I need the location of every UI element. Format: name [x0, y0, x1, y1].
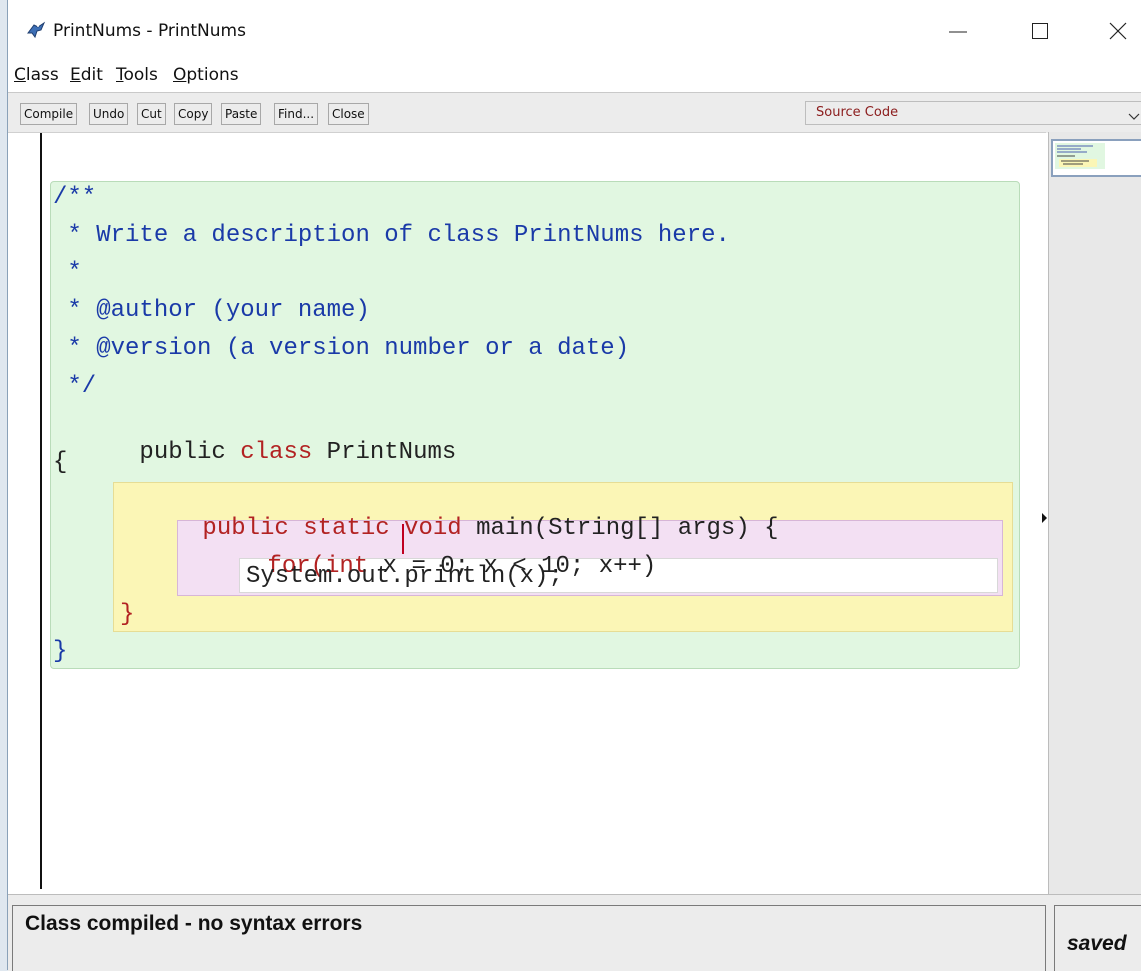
- code-line: System.out.println(x);: [246, 563, 563, 590]
- code-line: public class PrintNums: [53, 411, 456, 495]
- undo-button[interactable]: Undo: [89, 103, 129, 125]
- window-title: PrintNums - PrintNums: [53, 21, 246, 41]
- code-line: }: [53, 638, 68, 665]
- overview-thumbnail[interactable]: [1051, 139, 1141, 177]
- view-select-value: Source Code: [816, 105, 899, 120]
- status-area: Class compiled - no syntax errors saved: [8, 894, 1141, 971]
- code-line: * @version (a version number or a date): [53, 335, 630, 362]
- cut-button[interactable]: Cut: [137, 103, 166, 125]
- code-line: * Write a description of class PrintNums…: [53, 222, 730, 249]
- code-token: public: [139, 439, 241, 466]
- code-editor[interactable]: /** * Write a description of class Print…: [8, 132, 1046, 895]
- divider-arrow-icon[interactable]: [1042, 510, 1048, 528]
- view-select[interactable]: Source Code: [805, 101, 1141, 125]
- menu-bar: Class Edit Tools Options: [8, 63, 1141, 89]
- find-button[interactable]: Find...: [274, 103, 319, 125]
- menu-class[interactable]: Class: [14, 63, 59, 87]
- code-line: *: [53, 259, 82, 286]
- gutter-line: [40, 133, 42, 889]
- editor-window: PrintNums - PrintNums Class Edit Tools O…: [7, 0, 1141, 971]
- minimize-icon[interactable]: [945, 18, 971, 44]
- menu-edit[interactable]: Edit: [70, 63, 103, 87]
- menu-options[interactable]: Options: [173, 63, 239, 87]
- close-icon[interactable]: [1105, 18, 1131, 44]
- status-message: Class compiled - no syntax errors: [25, 912, 363, 935]
- bluej-bird-icon: [26, 21, 46, 41]
- close-button[interactable]: Close: [328, 103, 369, 125]
- code-line: {: [53, 449, 68, 476]
- code-line: * @author (your name): [53, 297, 370, 324]
- copy-button[interactable]: Copy: [174, 103, 213, 125]
- save-state-box: saved: [1054, 905, 1141, 971]
- code-overview-panel[interactable]: [1042, 132, 1141, 894]
- title-bar[interactable]: PrintNums - PrintNums: [8, 0, 1141, 63]
- code-line: */: [53, 373, 97, 400]
- text-cursor: [402, 524, 404, 554]
- compile-button[interactable]: Compile: [20, 103, 78, 125]
- maximize-icon[interactable]: [1027, 18, 1053, 44]
- paste-button[interactable]: Paste: [221, 103, 262, 125]
- code-token: PrintNums: [312, 439, 457, 466]
- menu-tools[interactable]: Tools: [116, 63, 158, 87]
- status-message-box: Class compiled - no syntax errors: [12, 905, 1046, 971]
- code-line: /**: [53, 184, 97, 211]
- save-state-label: saved: [1067, 932, 1127, 955]
- chevron-down-icon: [1128, 108, 1140, 130]
- code-token: class: [240, 439, 313, 466]
- code-line: }: [120, 601, 135, 628]
- toolbar: Compile Undo Cut Copy Paste Find... Clos…: [8, 92, 1141, 133]
